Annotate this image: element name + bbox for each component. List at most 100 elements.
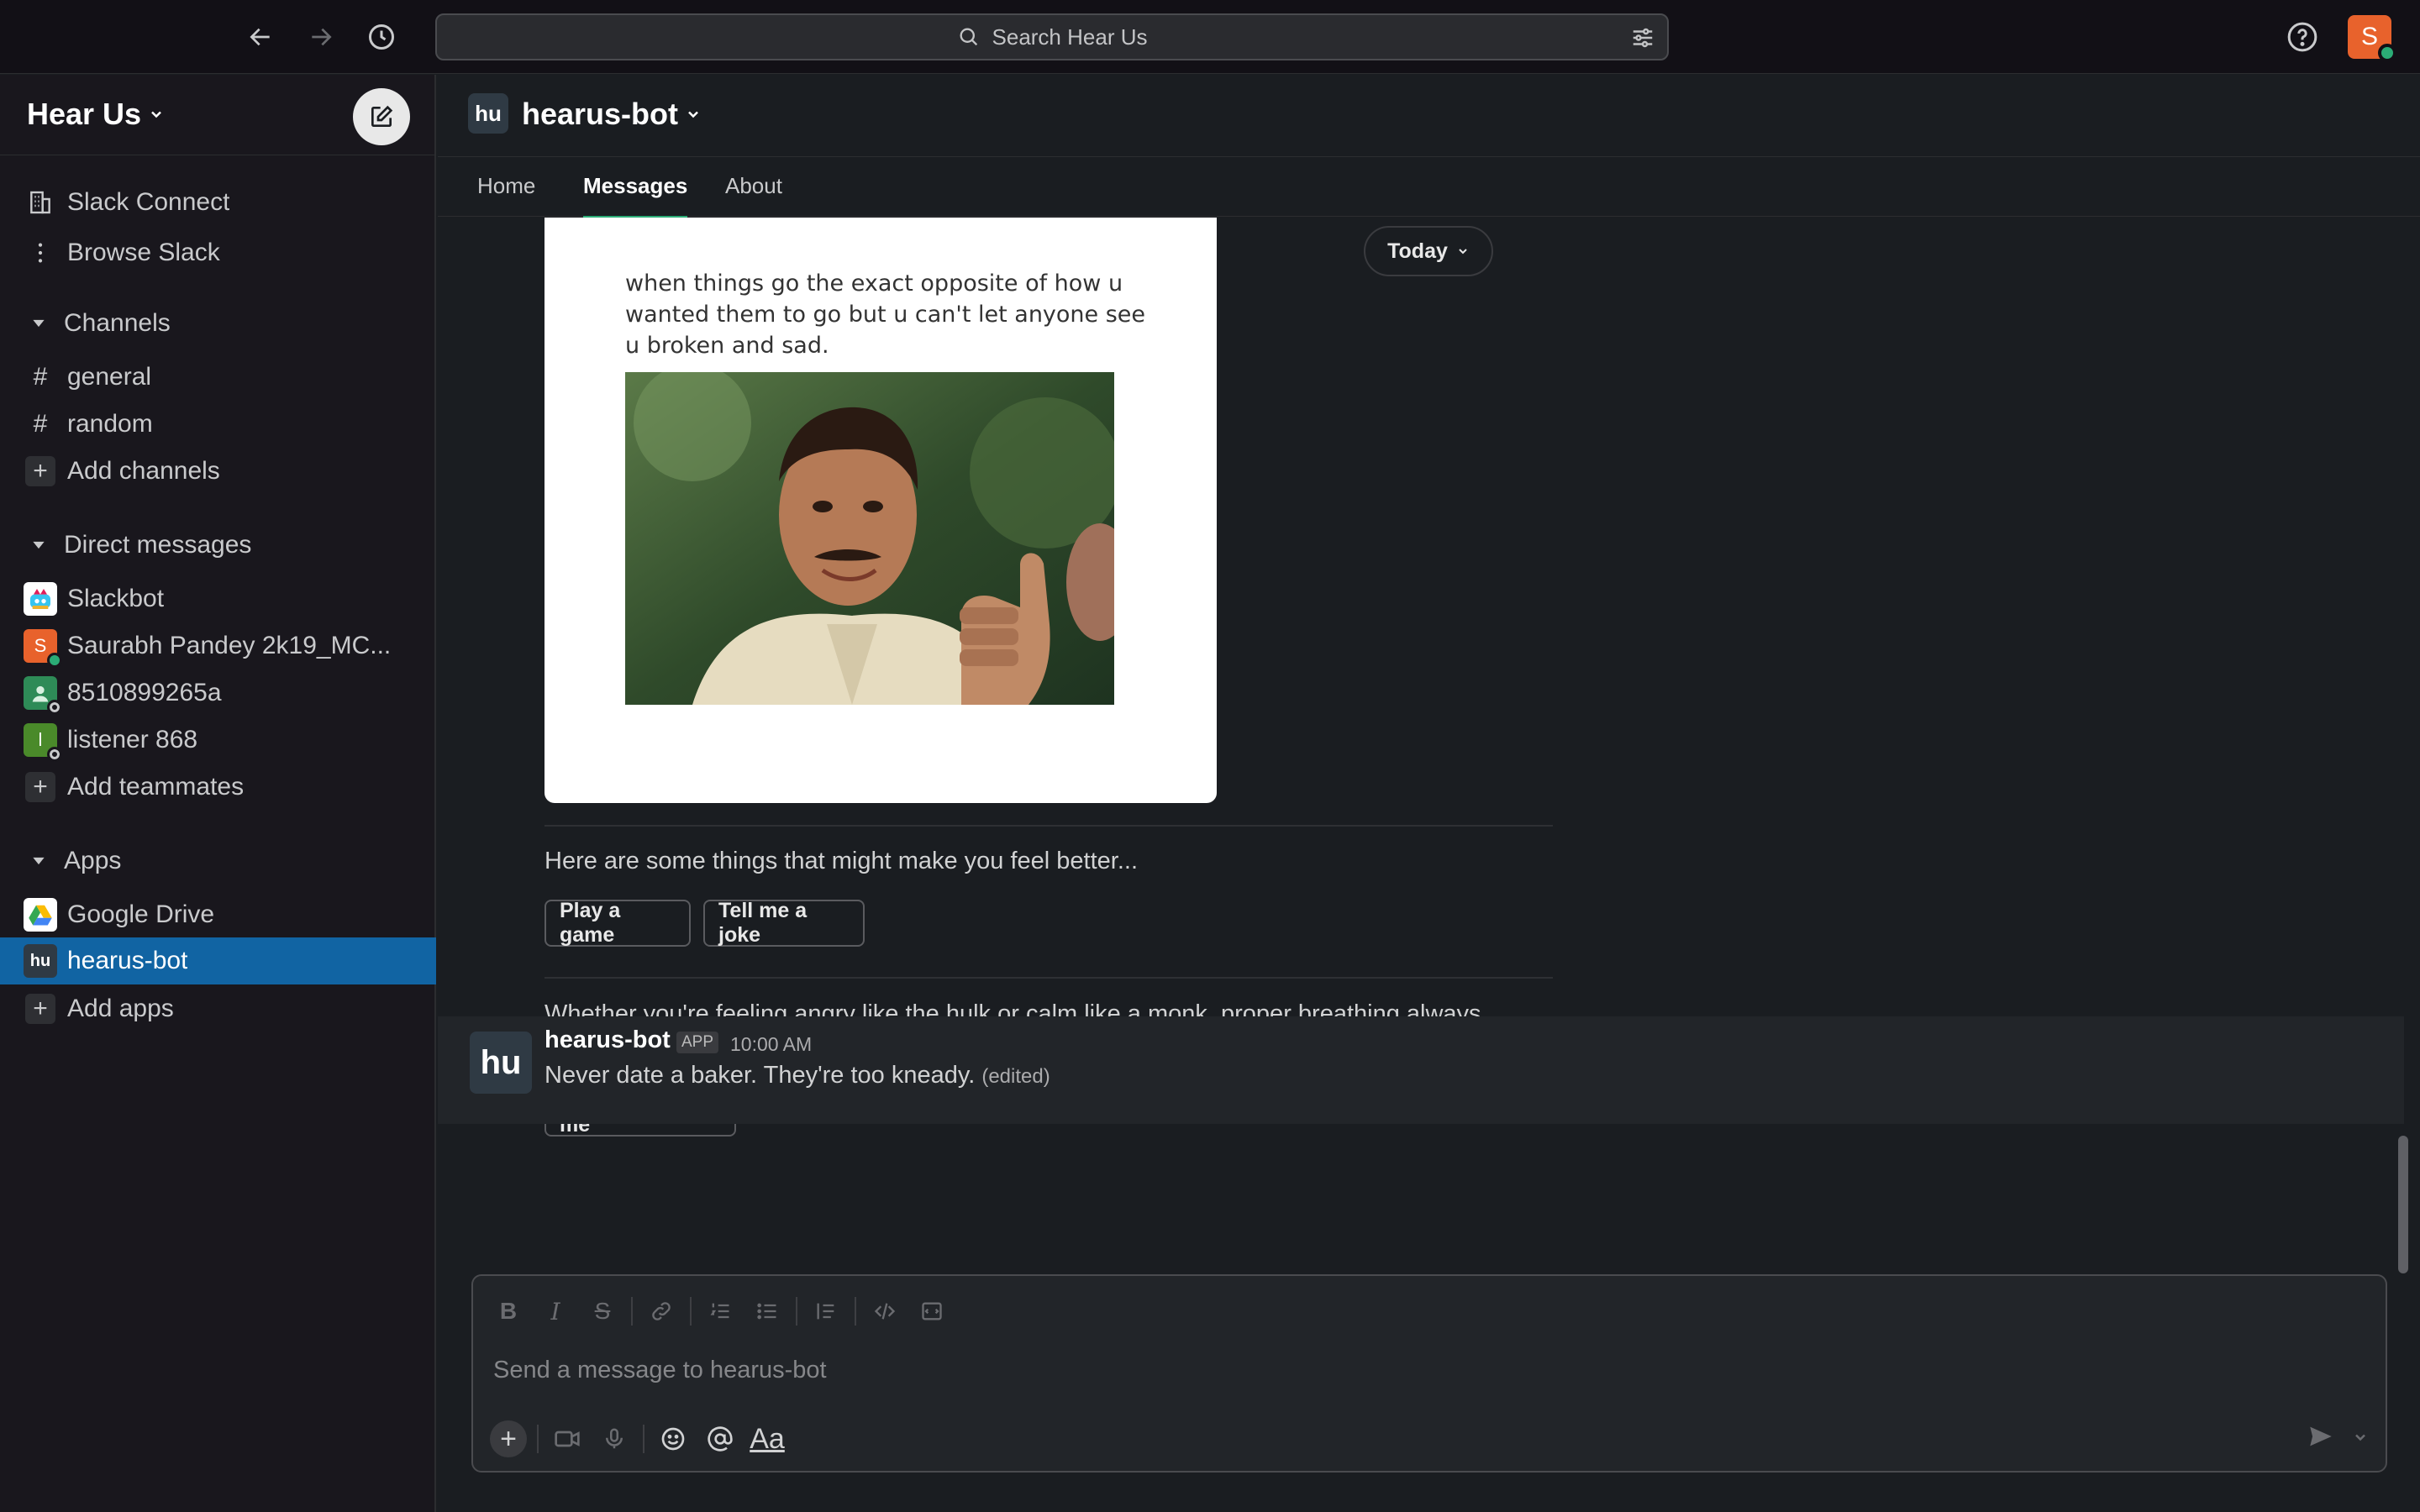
dm-label: 8510899265a (67, 679, 222, 706)
composer-actions: + Aa (485, 1419, 791, 1459)
code-block-icon[interactable] (908, 1293, 955, 1330)
meme-image-card[interactable]: when things go the exact opposite of how… (544, 218, 1217, 803)
date-divider-button[interactable]: Today (1364, 226, 1493, 276)
chevron-down-icon (2355, 1434, 2365, 1441)
sidebar-item-hearus-bot[interactable]: hu hearus-bot (0, 937, 436, 984)
at-sign-icon (708, 1426, 733, 1452)
section-label: Direct messages (64, 531, 252, 559)
date-label: Today (1387, 239, 1448, 263)
attach-button[interactable]: + (485, 1419, 532, 1459)
tab-messages[interactable]: Messages (583, 173, 688, 219)
caret-down-icon (22, 305, 55, 342)
meme-photo (625, 372, 1114, 705)
arrow-left-icon (250, 28, 270, 46)
plus-icon: + (25, 772, 55, 802)
audio-clip-button[interactable] (591, 1419, 638, 1459)
forward-button[interactable] (302, 18, 339, 55)
avatar: l (24, 723, 62, 762)
compose-button[interactable] (353, 88, 410, 145)
workspace-switcher[interactable]: Hear Us (27, 97, 165, 132)
add-teammates-button[interactable]: + Add teammates (0, 765, 436, 809)
hash-icon: # (33, 410, 48, 438)
edited-label: (edited) (981, 1065, 1050, 1088)
sidebar-item-general[interactable]: # general (0, 355, 436, 399)
channel-header: hu hearus-bot (438, 75, 2420, 157)
help-button[interactable] (2284, 18, 2321, 55)
send-button[interactable] (2307, 1422, 2335, 1455)
feel-better-text: Here are some things that might make you… (544, 848, 1139, 874)
microphone-icon (606, 1428, 623, 1449)
caret-down-icon (22, 843, 55, 879)
add-apps-button[interactable]: + Add apps (0, 987, 436, 1031)
slackbot-avatar (24, 582, 57, 616)
sender-avatar[interactable]: hu (470, 1032, 532, 1094)
format-text-icon: Aa (750, 1422, 785, 1455)
main-pane: hu hearus-bot Home Messages About when t… (438, 75, 2420, 1512)
send-icon (2310, 1426, 2332, 1446)
history-button[interactable] (363, 18, 400, 55)
format-toolbar: B I S (485, 1293, 955, 1330)
search-icon (960, 28, 977, 46)
bold-icon[interactable]: B (485, 1293, 532, 1330)
sidebar-item-random[interactable]: # random (0, 402, 436, 446)
avatar: S (24, 629, 62, 668)
formatting-toggle-button[interactable]: Aa (744, 1419, 791, 1459)
strikethrough-icon[interactable]: S (579, 1293, 626, 1330)
dm-label: Saurabh Pandey 2k19_MC... (67, 632, 392, 659)
help-icon (2287, 22, 2317, 52)
add-channels-button[interactable]: + Add channels (0, 449, 436, 493)
google-drive-icon (24, 898, 57, 932)
scrollbar-thumb[interactable] (2398, 1136, 2408, 1273)
sidebar-item-google-drive[interactable]: Google Drive (0, 893, 436, 937)
sidebar-item-slackbot[interactable]: Slackbot (0, 577, 436, 621)
smiley-icon (661, 1427, 685, 1451)
chevron-down-icon (688, 111, 698, 118)
blockquote-icon[interactable] (802, 1293, 850, 1330)
search-filter-button[interactable] (1630, 25, 1655, 55)
search-placeholder: Search Hear Us (992, 24, 1148, 50)
building-icon (22, 184, 59, 221)
dm-label: listener 868 (67, 726, 198, 753)
message-row: hu hearus-bot APP 10:00 AM Never date a … (438, 1016, 2404, 1124)
tab-about[interactable]: About (725, 173, 782, 216)
italic-icon[interactable]: I (532, 1293, 579, 1330)
sidebar-item-browse-slack[interactable]: Browse Slack (0, 231, 436, 275)
sidebar-item-saurabh[interactable]: S Saurabh Pandey 2k19_MC... (0, 624, 436, 668)
code-icon[interactable] (861, 1293, 908, 1330)
sidebar-item-listener-868[interactable]: l listener 868 (0, 718, 436, 762)
message-timestamp[interactable]: 10:00 AM (730, 1033, 812, 1056)
mention-button[interactable] (697, 1419, 744, 1459)
channels-section-header[interactable]: Channels (0, 302, 436, 345)
sliders-icon (1633, 28, 1653, 48)
online-status-dot (2378, 44, 2396, 62)
compose-icon (371, 105, 393, 127)
apps-section-header[interactable]: Apps (0, 839, 436, 883)
bullet-list-icon[interactable] (744, 1293, 791, 1330)
message-composer: B I S Send a message to hearus-bot + Aa (471, 1274, 2387, 1473)
app-label: hearus-bot (67, 947, 188, 974)
ordered-list-icon[interactable] (697, 1293, 744, 1330)
search-bar[interactable]: Search Hear Us (435, 13, 1669, 60)
block-divider (544, 825, 1553, 827)
chevron-down-icon (151, 111, 161, 118)
video-clip-button[interactable] (544, 1419, 591, 1459)
channel-avatar: hu (468, 93, 508, 134)
message-input[interactable]: Send a message to hearus-bot (493, 1357, 827, 1384)
send-options-button[interactable] (2352, 1429, 2369, 1450)
link-icon[interactable] (638, 1293, 685, 1330)
dms-section-header[interactable]: Direct messages (0, 523, 436, 567)
play-game-button[interactable]: Play a game (544, 899, 691, 947)
sidebar-item-8510899265a[interactable]: 8510899265a (0, 671, 436, 715)
app-label: Google Drive (67, 900, 215, 928)
tab-home[interactable]: Home (477, 173, 535, 216)
tell-joke-button[interactable]: Tell me a joke (703, 899, 865, 947)
clock-icon (369, 24, 394, 50)
back-button[interactable] (242, 18, 279, 55)
sender-name[interactable]: hearus-bot (544, 1026, 671, 1054)
arrow-right-icon (312, 28, 332, 46)
plus-icon: + (25, 994, 55, 1024)
dm-label: Slackbot (67, 585, 165, 612)
channel-name-button[interactable]: hearus-bot (522, 97, 702, 132)
sidebar-item-slack-connect[interactable]: Slack Connect (0, 181, 436, 224)
emoji-button[interactable] (650, 1419, 697, 1459)
